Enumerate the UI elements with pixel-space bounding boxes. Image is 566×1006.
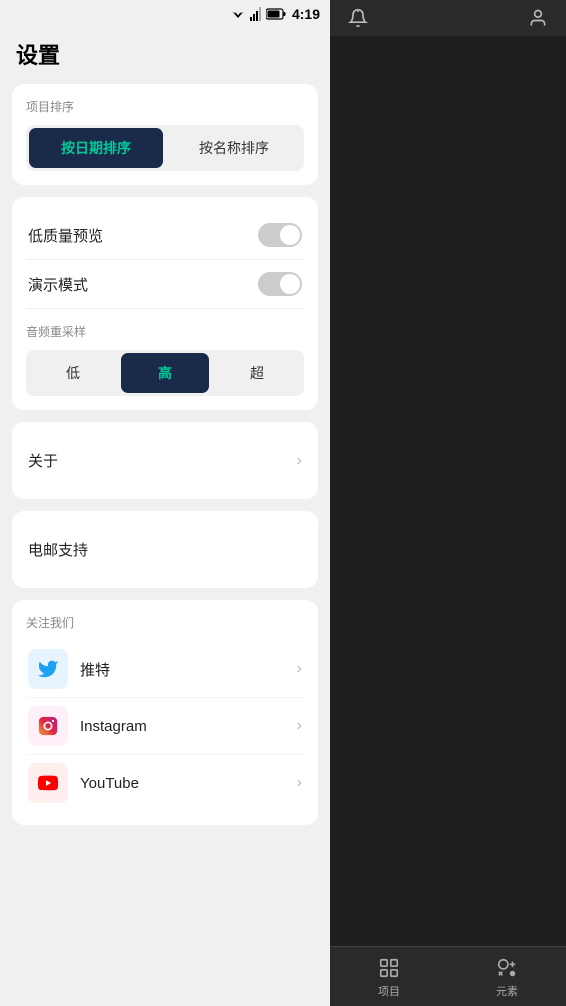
nav-elements[interactable]: 元素 (448, 955, 566, 999)
youtube-left: YouTube (28, 763, 139, 803)
instagram-name: Instagram (80, 718, 147, 735)
about-label: 关于 (28, 450, 58, 471)
twitter-left: 推特 (28, 649, 110, 689)
status-icons: 4:19 (230, 6, 320, 22)
twitter-icon (28, 649, 68, 689)
audio-super-button[interactable]: 超 (213, 353, 301, 393)
sort-buttons: 按日期排序 按名称排序 (26, 125, 304, 171)
sort-section-label: 项目排序 (26, 98, 304, 115)
instagram-icon (28, 706, 68, 746)
follow-section: 关注我们 推特 › (12, 600, 318, 825)
low-quality-row: 低质量预览 (26, 211, 304, 260)
elements-icon (494, 955, 520, 981)
low-quality-toggle[interactable] (258, 223, 302, 247)
toggle-section: 低质量预览 演示模式 音频重采样 低 高 超 (12, 197, 318, 410)
email-support-section: 电邮支持 (12, 511, 318, 588)
youtube-name: YouTube (80, 775, 139, 792)
youtube-item[interactable]: YouTube › (26, 755, 304, 811)
wifi-icon (230, 8, 246, 20)
projects-label: 项目 (378, 983, 400, 999)
twitter-item[interactable]: 推特 › (26, 641, 304, 698)
time-display: 4:19 (292, 6, 320, 22)
about-item[interactable]: 关于 › (26, 436, 304, 485)
low-quality-label: 低质量预览 (28, 225, 103, 246)
right-main-content (330, 36, 566, 946)
follow-section-label: 关注我们 (26, 614, 304, 631)
demo-mode-row: 演示模式 (26, 260, 304, 309)
instagram-chevron: › (297, 717, 302, 735)
twitter-chevron: › (297, 660, 302, 678)
about-section: 关于 › (12, 422, 318, 499)
instagram-item[interactable]: Instagram › (26, 698, 304, 755)
right-panel: 项目 元素 (330, 0, 566, 1006)
audio-low-button[interactable]: 低 (29, 353, 117, 393)
youtube-chevron: › (297, 774, 302, 792)
right-top-bar (330, 0, 566, 36)
signal-icon (250, 7, 262, 21)
audio-high-button[interactable]: 高 (121, 353, 209, 393)
email-support-label: 电邮支持 (28, 539, 88, 560)
demo-mode-label: 演示模式 (28, 274, 88, 295)
sort-by-date-button[interactable]: 按日期排序 (29, 128, 163, 168)
projects-icon (376, 955, 402, 981)
audio-section-label: 音频重采样 (26, 323, 304, 340)
sort-by-name-button[interactable]: 按名称排序 (167, 128, 301, 168)
twitter-name: 推特 (80, 659, 110, 680)
status-bar: 4:19 (0, 0, 330, 28)
bottom-nav: 项目 元素 (330, 946, 566, 1006)
demo-mode-toggle[interactable] (258, 272, 302, 296)
email-support-item[interactable]: 电邮支持 (26, 525, 304, 574)
instagram-left: Instagram (28, 706, 147, 746)
notification-icon-btn[interactable] (340, 0, 376, 36)
battery-icon (266, 8, 286, 20)
nav-projects[interactable]: 项目 (330, 955, 448, 999)
settings-panel: 4:19 设置 项目排序 按日期排序 按名称排序 低质量预览 演示模式 音频重采… (0, 0, 330, 1006)
elements-label: 元素 (496, 983, 518, 999)
sort-section: 项目排序 按日期排序 按名称排序 (12, 84, 318, 185)
profile-icon-btn[interactable] (520, 0, 556, 36)
audio-buttons: 低 高 超 (26, 350, 304, 396)
youtube-icon (28, 763, 68, 803)
page-title: 设置 (0, 28, 330, 84)
about-chevron: › (297, 452, 302, 470)
